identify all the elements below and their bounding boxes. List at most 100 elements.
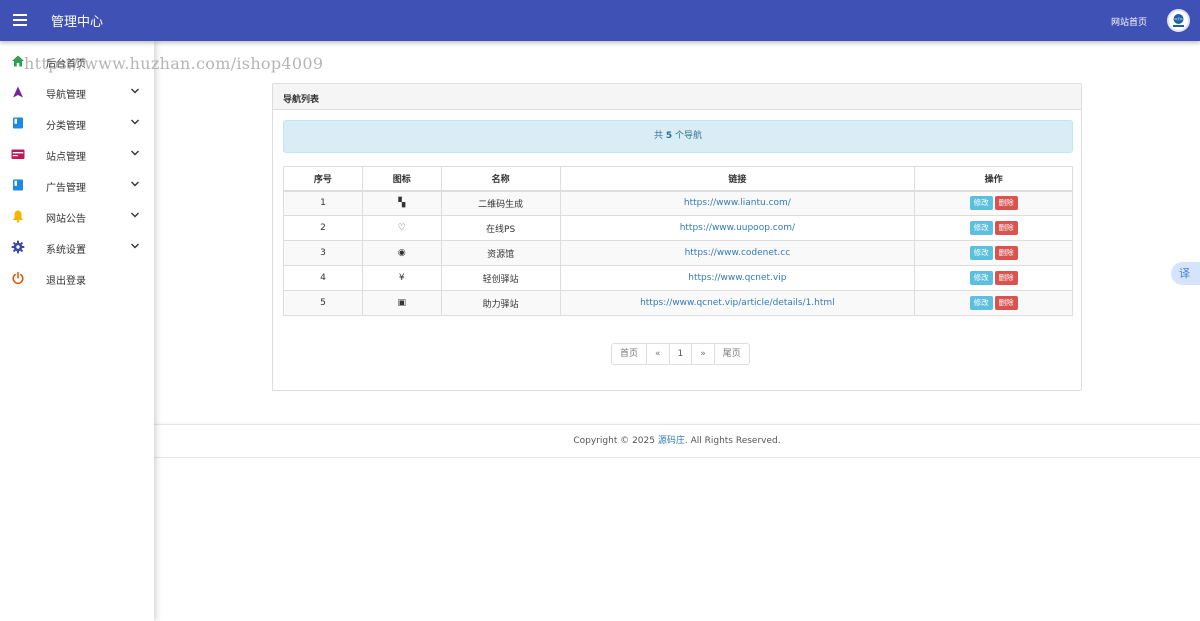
row-number: 4 xyxy=(283,265,363,291)
table-row: 4 ¥ 轻创驿站 https://www.qcnet.vip 修改 删除 xyxy=(283,265,1073,291)
current-page-button[interactable]: 1 xyxy=(668,344,692,364)
sidebar-item[interactable]: 退出登录 xyxy=(0,263,154,294)
sidebar-item[interactable]: 网站公告 xyxy=(0,201,154,232)
chrome-icon: ◉ xyxy=(397,248,406,258)
row-icon-cell: ◉ xyxy=(361,240,442,266)
panel-title: 导航列表 xyxy=(273,84,1081,110)
top-bar: 管理中心 网站首页 </> xyxy=(0,0,1200,41)
row-name: 在线PS xyxy=(440,215,561,241)
website-home-link[interactable]: 网站首页 xyxy=(1111,15,1147,28)
app-title: 管理中心 xyxy=(51,15,104,30)
row-actions: 修改 删除 xyxy=(914,215,1073,241)
chevron-down-icon xyxy=(130,180,140,188)
row-number: 3 xyxy=(283,240,363,266)
gear-icon xyxy=(11,240,25,254)
next-page-button[interactable]: » xyxy=(691,344,714,364)
svg-text:</>: </> xyxy=(1174,17,1183,23)
navigation-arrow-icon xyxy=(11,85,25,99)
yen-icon: ¥ xyxy=(398,273,405,283)
last-page-button[interactable]: 尾页 xyxy=(713,344,749,364)
sidebar-item-label: 导航管理 xyxy=(46,90,86,101)
table-header-row: 序号 图标 名称 链接 操作 xyxy=(283,166,1073,192)
column-header: 序号 xyxy=(283,166,363,192)
delete-button[interactable]: 删除 xyxy=(994,221,1018,235)
sidebar: 后台首页导航管理分类管理站点管理广告管理网站公告系统设置退出登录 xyxy=(0,41,154,621)
sidebar-item[interactable]: 后台首页 xyxy=(0,46,154,77)
edit-button[interactable]: 修改 xyxy=(969,246,993,260)
first-page-button[interactable]: 首页 xyxy=(612,344,646,364)
sidebar-item-label: 退出登录 xyxy=(46,276,86,287)
footer-copyright: Copyright © 2025 xyxy=(573,436,658,446)
footer-rights: . All Rights Reserved. xyxy=(684,436,781,446)
row-name: 资源馆 xyxy=(440,240,561,266)
prev-page-button[interactable]: « xyxy=(646,344,669,364)
sidebar-item-label: 分类管理 xyxy=(46,121,86,132)
translate-button[interactable]: 译 xyxy=(1171,262,1200,285)
sidebar-item-label: 系统设置 xyxy=(46,245,86,256)
delete-button[interactable]: 删除 xyxy=(994,196,1018,211)
row-icon-cell: ▚ xyxy=(361,190,442,216)
row-link[interactable]: https://www.liantu.com/ xyxy=(559,190,916,216)
row-link[interactable]: https://www.codenet.cc xyxy=(559,240,916,266)
row-actions: 修改 删除 xyxy=(914,240,1073,266)
sidebar-item[interactable]: 广告管理 xyxy=(0,170,154,201)
row-icon-cell: ¥ xyxy=(361,265,442,291)
sidebar-item[interactable]: 导航管理 xyxy=(0,77,154,108)
home-icon xyxy=(11,54,25,68)
sidebar-item[interactable]: 分类管理 xyxy=(0,108,154,139)
avatar[interactable]: </> xyxy=(1167,9,1190,32)
table-row: 3 ◉ 资源馆 https://www.codenet.cc 修改 删除 xyxy=(283,240,1073,266)
book-icon xyxy=(11,116,25,130)
row-actions: 修改 删除 xyxy=(914,190,1073,216)
edit-button[interactable]: 修改 xyxy=(969,271,993,285)
heart-icon: ♡ xyxy=(397,223,406,233)
row-actions: 修改 删除 xyxy=(914,265,1073,291)
qrcode-icon: ▚ xyxy=(398,198,406,209)
sidebar-item[interactable]: 站点管理 xyxy=(0,139,154,170)
sidebar-item-label: 网站公告 xyxy=(46,214,86,225)
nav-list-panel: 导航列表 共 5 个导航 序号 图标 名称 链接 操作 1 ▚ 二维码生成 https… xyxy=(272,83,1082,391)
row-name: 助力驿站 xyxy=(440,290,561,316)
edit-button[interactable]: 修改 xyxy=(969,221,993,235)
row-link[interactable]: https://www.uupoop.com/ xyxy=(559,215,916,241)
edit-button[interactable]: 修改 xyxy=(969,196,993,211)
chevron-down-icon xyxy=(130,87,140,95)
alert-prefix: 共 xyxy=(653,131,666,141)
column-header: 操作 xyxy=(914,166,1073,192)
edit-button[interactable]: 修改 xyxy=(969,296,993,310)
column-header: 名称 xyxy=(440,166,561,192)
alert-suffix: 个导航 xyxy=(672,131,702,141)
row-icon-cell: ▣ xyxy=(361,290,442,316)
delete-button[interactable]: 删除 xyxy=(994,271,1018,285)
bell-icon xyxy=(11,209,25,223)
nav-table: 序号 图标 名称 链接 操作 1 ▚ 二维码生成 https://www.liantu… xyxy=(283,166,1073,316)
footer-brand-link[interactable]: 源码庄 xyxy=(658,436,685,446)
table-row: 5 ▣ 助力驿站 https://www.qcnet.vip/article/deta… xyxy=(283,290,1073,316)
column-header: 图标 xyxy=(361,166,442,192)
row-number: 2 xyxy=(283,215,363,241)
sidebar-item-label: 后台首页 xyxy=(46,59,86,70)
row-link[interactable]: https://www.qcnet.vip xyxy=(559,265,916,291)
chevron-down-icon xyxy=(130,118,140,126)
count-alert: 共 5 个导航 xyxy=(283,120,1073,153)
row-actions: 修改 删除 xyxy=(914,290,1073,316)
hamburger-menu-icon[interactable] xyxy=(13,14,27,26)
sidebar-item-label: 站点管理 xyxy=(46,152,86,163)
row-icon-cell: ♡ xyxy=(361,215,442,241)
row-link[interactable]: https://www.qcnet.vip/article/details/1.… xyxy=(559,290,916,316)
row-number: 5 xyxy=(283,290,363,316)
pagination: 首页 « 1 » 尾页 xyxy=(611,343,750,365)
footer: Copyright © 2025 源码庄. All Rights Reserve… xyxy=(154,424,1200,458)
delete-button[interactable]: 删除 xyxy=(994,296,1018,310)
delete-button[interactable]: 删除 xyxy=(994,246,1018,260)
chevron-down-icon xyxy=(130,149,140,157)
row-name: 轻创驿站 xyxy=(440,265,561,291)
sidebar-item[interactable]: 系统设置 xyxy=(0,232,154,263)
row-number: 1 xyxy=(283,190,363,216)
card-icon xyxy=(11,147,25,161)
chevron-down-icon xyxy=(130,211,140,219)
store-icon: ▣ xyxy=(397,298,407,308)
table-row: 1 ▚ 二维码生成 https://www.liantu.com/修改 删除 xyxy=(283,190,1073,216)
table-row: 2 ♡ 在线PS https://www.uupoop.com/修改 删除 xyxy=(283,215,1073,241)
row-name: 二维码生成 xyxy=(440,190,561,216)
